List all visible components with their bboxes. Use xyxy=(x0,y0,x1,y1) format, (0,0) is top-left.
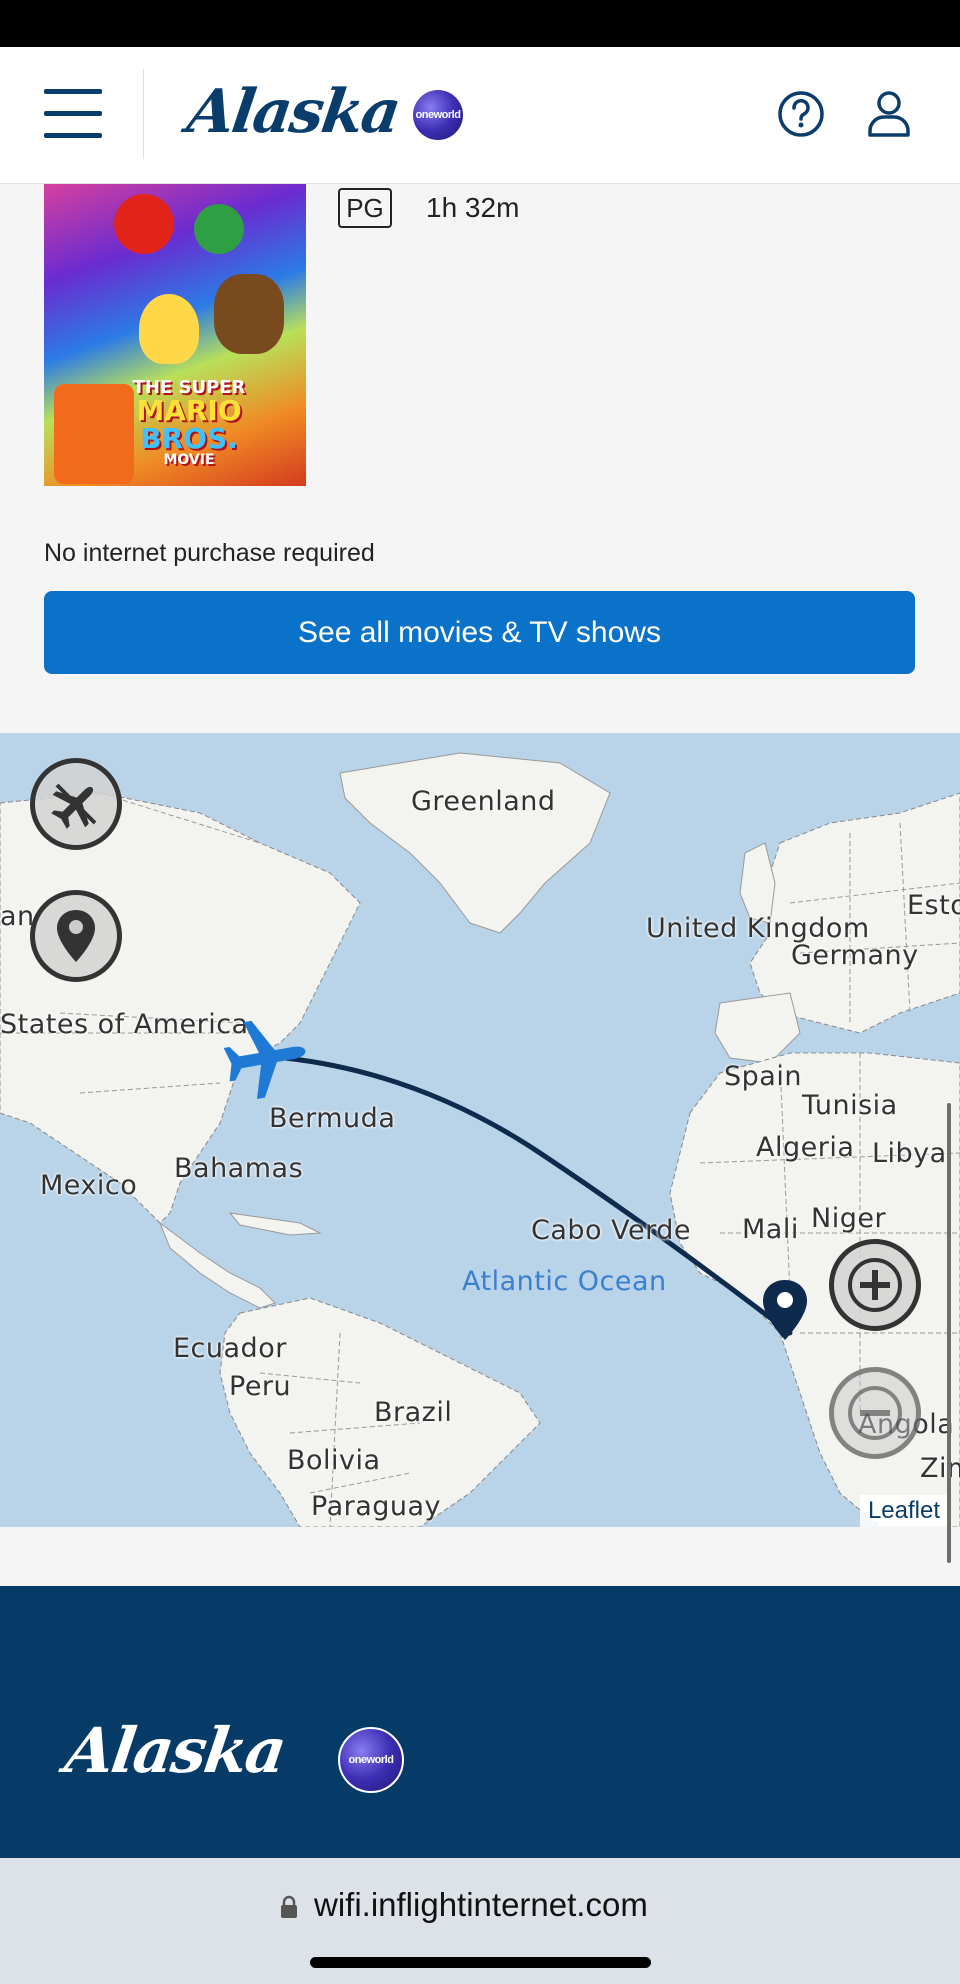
map-label-niger: Niger xyxy=(811,1203,887,1234)
home-indicator[interactable] xyxy=(310,1957,651,1968)
map-label-ecuador: Ecuador xyxy=(173,1333,287,1364)
destination-pin-icon[interactable] xyxy=(760,1278,810,1344)
browser-url-bar[interactable]: wifi.inflightinternet.com xyxy=(0,1858,960,1984)
location-button[interactable] xyxy=(30,890,122,982)
map-label-estonia: Esto xyxy=(907,890,960,921)
map-label-germany: Germany xyxy=(791,940,919,971)
flight-view-button[interactable] xyxy=(30,758,122,850)
rating-badge: PG xyxy=(338,188,392,228)
map-label-bahamas: Bahamas xyxy=(174,1153,304,1184)
poster-title: THE SUPER MARIO BROS. MOVIE xyxy=(132,377,246,468)
plus-icon xyxy=(848,1258,902,1312)
zoom-out-button[interactable] xyxy=(829,1367,921,1459)
no-purchase-notice: No internet purchase required xyxy=(44,539,375,567)
footer-alaska-logo[interactable]: Alaska xyxy=(61,1714,289,1787)
question-circle-icon[interactable] xyxy=(776,89,826,139)
map-label-canada: an xyxy=(0,901,35,932)
airplane-off-icon xyxy=(51,783,97,829)
map-label-bermuda: Bermuda xyxy=(269,1103,396,1134)
map-label-algeria: Algeria xyxy=(756,1132,855,1163)
movie-duration: 1h 32m xyxy=(426,192,520,223)
map-label-zimbabwe: Zim xyxy=(920,1453,960,1484)
site-header: Alaska oneworld xyxy=(0,47,960,184)
movie-poster[interactable]: THE SUPER MARIO BROS. MOVIE xyxy=(44,184,306,486)
map-label-libya: Libya xyxy=(872,1138,947,1169)
map-pin-icon xyxy=(57,910,95,962)
see-all-movies-button[interactable]: See all movies & TV shows xyxy=(44,591,915,674)
user-icon[interactable] xyxy=(866,89,912,139)
status-bar xyxy=(0,0,960,47)
alaska-logo[interactable]: Alaska xyxy=(183,77,403,147)
map-label-paraguay: Paraguay xyxy=(311,1491,442,1522)
page-scrollbar[interactable] xyxy=(947,1103,951,1563)
hamburger-menu-icon[interactable] xyxy=(44,89,104,139)
map-label-atlantic-ocean: Atlantic Ocean xyxy=(462,1266,667,1297)
map-label-spain: Spain xyxy=(724,1061,802,1092)
map-label-tunisia: Tunisia xyxy=(802,1090,898,1121)
zoom-in-button[interactable] xyxy=(829,1239,921,1331)
map-label-cabo-verde: Cabo Verde xyxy=(531,1215,691,1246)
brand-wordmark: Alaska xyxy=(183,77,404,147)
minus-icon xyxy=(848,1386,902,1440)
map-land xyxy=(0,752,960,1527)
map-label-mali: Mali xyxy=(742,1214,799,1245)
movie-section: THE SUPER MARIO BROS. MOVIE PG 1h 32m No… xyxy=(0,184,960,718)
site-footer: Alaska oneworld xyxy=(0,1586,960,1858)
airplane-icon[interactable] xyxy=(220,1013,310,1103)
oneworld-badge: oneworld xyxy=(413,90,463,140)
url-text[interactable]: wifi.inflightinternet.com xyxy=(314,1886,648,1924)
footer-oneworld-badge: oneworld xyxy=(338,1727,404,1793)
map-label-mexico: Mexico xyxy=(40,1170,138,1201)
map-label-usa: States of America xyxy=(0,1009,249,1040)
map-label-brazil: Brazil xyxy=(374,1397,453,1428)
map-label-bolivia: Bolivia xyxy=(287,1445,381,1476)
footer-brand-wordmark: Alaska xyxy=(60,1714,290,1787)
map-label-peru: Peru xyxy=(229,1371,292,1402)
map-label-greenland: Greenland xyxy=(411,786,556,817)
lock-icon xyxy=(281,1895,297,1918)
leaflet-attribution-link[interactable]: Leaflet xyxy=(859,1495,948,1527)
flight-map[interactable]: Greenland an United Kingdom Germany Esto… xyxy=(0,733,960,1527)
header-divider xyxy=(143,69,144,159)
